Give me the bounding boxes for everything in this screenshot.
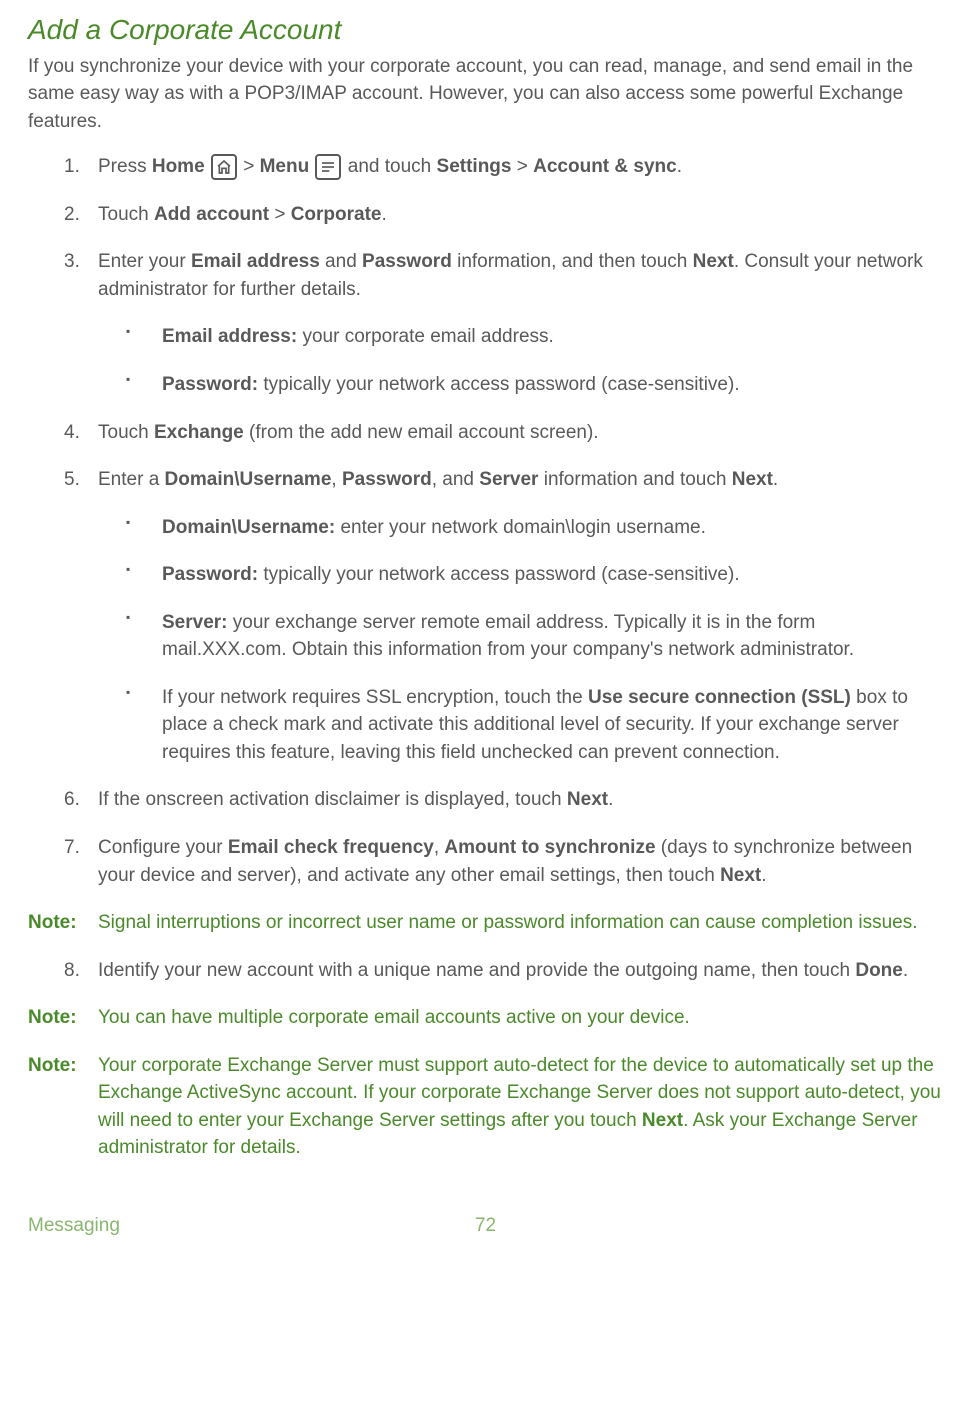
step-1: 1. Press Home > Menu and touch Settings … bbox=[28, 153, 943, 181]
bold-email-freq: Email check frequency bbox=[228, 837, 434, 858]
sub-text: typically your network access password (… bbox=[258, 564, 740, 585]
sub-item-domain: Domain\Username: enter your network doma… bbox=[98, 514, 943, 542]
note-1: Note: Signal interruptions or incorrect … bbox=[28, 909, 943, 937]
note-label: Note: bbox=[28, 1004, 77, 1032]
bold-next: Next bbox=[693, 251, 734, 272]
bold-menu: Menu bbox=[260, 156, 310, 177]
sub-text: If your network requires SSL encryption,… bbox=[162, 687, 588, 708]
step-text: . bbox=[382, 204, 387, 225]
step-text: information, and then touch bbox=[452, 251, 693, 272]
step-5: 5. Enter a Domain\Username, Password, an… bbox=[28, 466, 943, 766]
step-text: information and touch bbox=[538, 469, 731, 490]
sub-bold: Email address: bbox=[162, 326, 297, 347]
step-number: 3. bbox=[64, 248, 80, 276]
sub-list: Email address: your corporate email addr… bbox=[98, 323, 943, 398]
note-label: Note: bbox=[28, 1052, 77, 1080]
bold-done: Done bbox=[855, 960, 903, 981]
sub-bold: Password: bbox=[162, 374, 258, 395]
step-2: 2. Touch Add account > Corporate. bbox=[28, 201, 943, 229]
sub-bold: Domain\Username: bbox=[162, 517, 335, 538]
bold-next: Next bbox=[642, 1110, 683, 1131]
step-4: 4. Touch Exchange (from the add new emai… bbox=[28, 419, 943, 447]
step-text: . bbox=[761, 865, 766, 886]
footer-section: Messaging bbox=[28, 1212, 120, 1240]
step-text: Press bbox=[98, 156, 152, 177]
bold-password: Password bbox=[362, 251, 452, 272]
step-text: > bbox=[238, 156, 260, 177]
step-text: . bbox=[773, 469, 778, 490]
step-text: and touch bbox=[342, 156, 436, 177]
bold-email-address: Email address bbox=[191, 251, 320, 272]
steps-list-continued: 8. Identify your new account with a uniq… bbox=[28, 957, 943, 985]
step-number: 1. bbox=[64, 153, 80, 181]
bold-password: Password bbox=[342, 469, 432, 490]
step-number: 2. bbox=[64, 201, 80, 229]
sub-item-password: Password: typically your network access … bbox=[98, 561, 943, 589]
step-text: , and bbox=[432, 469, 480, 490]
step-text: > bbox=[511, 156, 533, 177]
menu-icon bbox=[315, 154, 341, 180]
sub-text: your corporate email address. bbox=[297, 326, 554, 347]
footer-page-number: 72 bbox=[475, 1212, 496, 1240]
steps-list: 1. Press Home > Menu and touch Settings … bbox=[28, 153, 943, 889]
intro-paragraph: If you synchronize your device with your… bbox=[28, 53, 943, 136]
note-2: Note: You can have multiple corporate em… bbox=[28, 1004, 943, 1032]
sub-text: typically your network access password (… bbox=[258, 374, 740, 395]
sub-item-server: Server: your exchange server remote emai… bbox=[98, 609, 943, 664]
sub-item-ssl: If your network requires SSL encryption,… bbox=[98, 684, 943, 767]
step-text: . bbox=[608, 789, 613, 810]
step-text: . bbox=[903, 960, 908, 981]
step-6: 6. If the onscreen activation disclaimer… bbox=[28, 786, 943, 814]
step-8: 8. Identify your new account with a uniq… bbox=[28, 957, 943, 985]
note-3: Note: Your corporate Exchange Server mus… bbox=[28, 1052, 943, 1162]
note-text: Signal interruptions or incorrect user n… bbox=[98, 912, 918, 933]
step-number: 8. bbox=[64, 957, 80, 985]
page-footer: Messaging 72 bbox=[28, 1212, 943, 1240]
step-3: 3. Enter your Email address and Password… bbox=[28, 248, 943, 398]
sub-item-email: Email address: your corporate email addr… bbox=[98, 323, 943, 351]
step-number: 4. bbox=[64, 419, 80, 447]
bold-account-sync: Account & sync bbox=[533, 156, 677, 177]
step-text: > bbox=[269, 204, 291, 225]
bold-home: Home bbox=[152, 156, 205, 177]
note-text: You can have multiple corporate email ac… bbox=[98, 1007, 690, 1028]
step-7: 7. Configure your Email check frequency,… bbox=[28, 834, 943, 889]
bold-exchange: Exchange bbox=[154, 422, 244, 443]
sub-list: Domain\Username: enter your network doma… bbox=[98, 514, 943, 767]
step-text: , bbox=[331, 469, 342, 490]
step-text: Configure your bbox=[98, 837, 228, 858]
step-text: Identify your new account with a unique … bbox=[98, 960, 855, 981]
page-title: Add a Corporate Account bbox=[28, 10, 943, 51]
bold-domain-user: Domain\Username bbox=[165, 469, 332, 490]
bold-ssl: Use secure connection (SSL) bbox=[588, 687, 851, 708]
step-text: , bbox=[434, 837, 445, 858]
step-text: Touch bbox=[98, 204, 154, 225]
step-number: 6. bbox=[64, 786, 80, 814]
bold-next: Next bbox=[720, 865, 761, 886]
step-number: 5. bbox=[64, 466, 80, 494]
step-text: . bbox=[677, 156, 682, 177]
bold-settings: Settings bbox=[437, 156, 512, 177]
bold-amount-sync: Amount to synchronize bbox=[444, 837, 655, 858]
sub-bold: Password: bbox=[162, 564, 258, 585]
note-label: Note: bbox=[28, 909, 77, 937]
bold-next: Next bbox=[732, 469, 773, 490]
step-text: Touch bbox=[98, 422, 154, 443]
step-text: If the onscreen activation disclaimer is… bbox=[98, 789, 567, 810]
sub-bold: Server: bbox=[162, 612, 228, 633]
step-text: and bbox=[320, 251, 362, 272]
bold-server: Server bbox=[479, 469, 538, 490]
sub-item-password: Password: typically your network access … bbox=[98, 371, 943, 399]
step-text: Enter your bbox=[98, 251, 191, 272]
home-icon bbox=[211, 154, 237, 180]
step-number: 7. bbox=[64, 834, 80, 862]
sub-text: enter your network domain\login username… bbox=[335, 517, 706, 538]
bold-add-account: Add account bbox=[154, 204, 269, 225]
step-text: (from the add new email account screen). bbox=[244, 422, 599, 443]
sub-text: your exchange server remote email addres… bbox=[162, 612, 854, 661]
bold-next: Next bbox=[567, 789, 608, 810]
step-text: Enter a bbox=[98, 469, 165, 490]
bold-corporate: Corporate bbox=[291, 204, 382, 225]
